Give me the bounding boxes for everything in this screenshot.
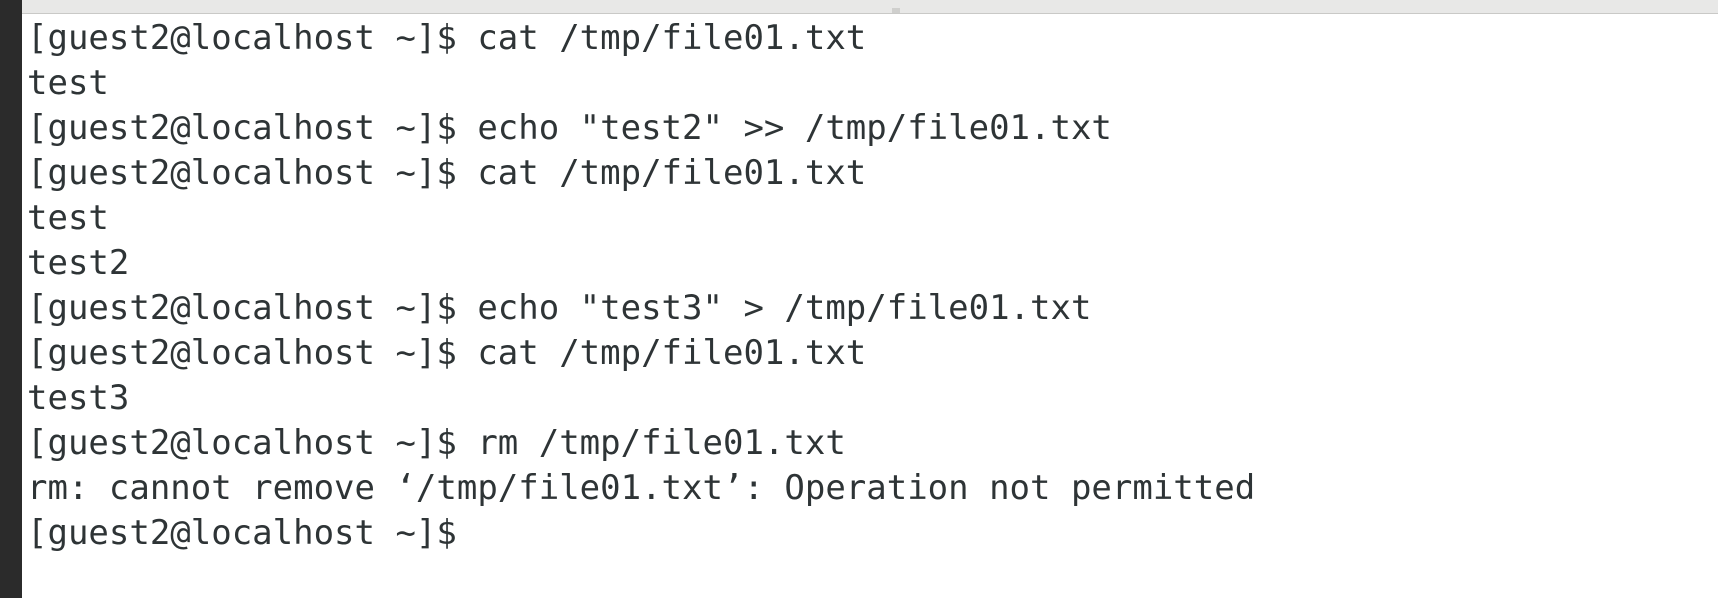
window-title-bar: [22, 0, 1718, 14]
terminal-line: [guest2@localhost ~]$ echo "test3" > /tm…: [27, 288, 1092, 328]
terminal-line: test2: [27, 243, 130, 283]
terminal-output[interactable]: [guest2@localhost ~]$ cat /tmp/file01.tx…: [27, 16, 1712, 598]
terminal-prompt: [guest2@localhost ~]$: [27, 513, 457, 553]
window-left-edge: [0, 0, 22, 598]
terminal-line: [guest2@localhost ~]$ cat /tmp/file01.tx…: [27, 153, 867, 193]
terminal-line: test: [27, 198, 109, 238]
terminal-line: [guest2@localhost ~]$ echo "test2" >> /t…: [27, 108, 1112, 148]
title-bar-handle: [892, 8, 900, 13]
terminal-line: [guest2@localhost ~]$ rm /tmp/file01.txt: [27, 423, 846, 463]
terminal-lines: [guest2@localhost ~]$ cat /tmp/file01.tx…: [27, 16, 1712, 556]
terminal-line: [guest2@localhost ~]$ cat /tmp/file01.tx…: [27, 18, 867, 58]
terminal-line: test3: [27, 378, 130, 418]
terminal-prompt-line[interactable]: [guest2@localhost ~]$: [27, 511, 1712, 556]
terminal-line: [guest2@localhost ~]$ cat /tmp/file01.tx…: [27, 333, 867, 373]
terminal-line: test: [27, 63, 109, 103]
terminal-line: rm: cannot remove ‘/tmp/file01.txt’: Ope…: [27, 468, 1256, 508]
terminal-window[interactable]: [guest2@localhost ~]$ cat /tmp/file01.tx…: [0, 0, 1718, 598]
